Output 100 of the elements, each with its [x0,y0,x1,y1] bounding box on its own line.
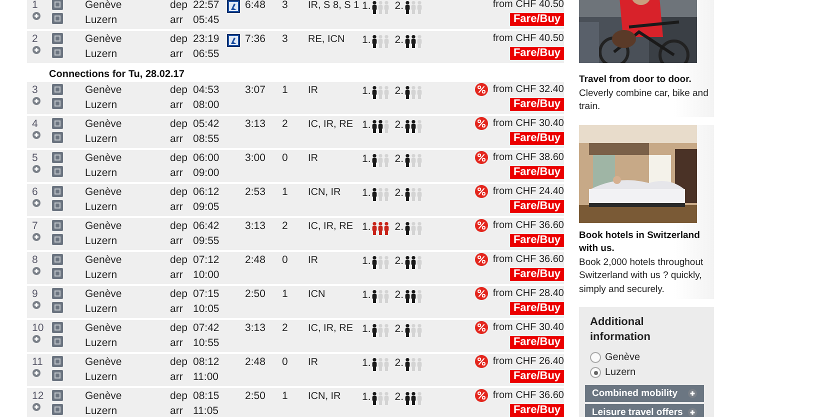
departure-time: 06:42 [193,219,220,234]
departure-label: dep [170,151,189,166]
duration: 2:48 [245,355,266,370]
departure-label: dep [170,355,189,370]
arrival-time: 09:05 [193,200,220,215]
connection-row[interactable]: 11 Genève Luzern dep arr 08:12 11:00 2:48 0 IR 1. 2. from CHF 26.40 Fare/Buy [27,354,564,388]
price: from CHF 30.40 [492,117,564,130]
row-number: 1 [32,0,38,12]
class-label: 1. [362,289,371,301]
expand-icon[interactable] [688,389,697,398]
price: from CHF 24.40 [492,185,564,198]
expand-icon[interactable] [32,267,41,275]
connection-row[interactable]: 10 Genève Luzern dep arr 07:42 10:55 3:13 2 IC, IR, RE 1. 2. from CHF 30.40 Fare/Buy [27,320,564,354]
duration: 3:13 [245,219,266,234]
fare-buy-button[interactable]: Fare/Buy [510,268,564,281]
arrival-label: arr [170,302,184,317]
station-name: Genève [85,253,123,268]
departure-label: dep [170,83,189,98]
row-number: 4 [32,117,38,131]
station-name: Genève [85,287,123,302]
class-label: 2. [394,153,404,165]
station-name: Luzern [85,268,118,283]
expand-icon[interactable] [32,97,41,105]
connection-row[interactable]: 12 Genève Luzern dep arr 08:15 11:05 2:50 1 ICN, IR 1. 2. from CHF 36.60 Fare/Buy [27,388,564,417]
expand-icon[interactable] [32,301,41,309]
expand-icon[interactable] [32,165,41,173]
accordion-button[interactable]: Leisure travel offers [585,404,704,417]
arrival-time: 09:55 [193,234,220,249]
arrival-label: arr [170,200,184,215]
arrival-label: arr [170,336,184,351]
class-label: 1. [362,391,371,403]
connection-row[interactable]: 6 Genève Luzern dep arr 06:12 09:05 2:53 1 ICN, IR 1. 2. from CHF 24.40 Fare/Buy [27,184,564,218]
fare-buy-button[interactable]: Fare/Buy [510,336,564,349]
class-label: 1. [362,221,371,233]
price: from CHF 36.60 [492,253,564,266]
expand-icon[interactable] [32,335,41,343]
expand-icon[interactable] [32,46,41,54]
class-label: 2. [394,221,404,233]
changes-count: 0 [282,253,289,268]
fare-buy-button[interactable]: Fare/Buy [510,370,564,383]
connection-row[interactable]: 1 Genève Luzern dep arr 22:57 05:45 6:48 3 IR, S 8, S 1 1. 2. from CHF 40.50 Fare/Buy [27,0,564,31]
connection-row[interactable]: 5 Genève Luzern dep arr 06:00 09:00 3:00 0 IR 1. 2. from CHF 38.60 Fare/Buy [27,150,564,184]
connection-row[interactable]: 9 Genève Luzern dep arr 07:15 10:05 2:50 1 ICN 1. 2. from CHF 28.40 Fare/Buy [27,286,564,320]
departure-time: 08:12 [193,355,220,370]
class-label: 2. [394,323,404,335]
class-label: 2. [394,85,404,97]
station-radio[interactable]: Genève [585,350,708,365]
connection-row[interactable]: 7 Genève Luzern dep arr 06:42 09:55 3:13 2 IC, IR, RE 1. 2. from CHF 36.60 Fare/Buy [27,218,564,252]
connection-row[interactable]: 3 Genève Luzern dep arr 04:53 08:00 3:07 1 IR 1. 2. from CHF 32.40 Fare/Buy [27,82,564,116]
fare-buy-button[interactable]: Fare/Buy [510,200,564,213]
station-icon [52,220,63,231]
station-name: Genève [85,185,123,200]
changes-count: 2 [282,321,289,336]
arrival-label: arr [170,166,184,181]
connection-row[interactable]: 2 Genève Luzern dep arr 23:19 06:55 7:36 3 RE, ICN 1. 2. from CHF 40.50 Fare/Buy [27,31,564,65]
departure-time: 08:15 [193,389,220,404]
fare-buy-button[interactable]: Fare/Buy [510,98,564,111]
class-label: 1. [362,0,371,12]
arrival-time: 06:55 [193,47,220,62]
accordion-button[interactable]: Combined mobility [585,385,704,402]
expand-icon[interactable] [32,369,41,377]
expand-icon[interactable] [32,233,41,241]
changes-count: 3 [282,0,289,13]
connection-row[interactable]: 4 Genève Luzern dep arr 05:42 08:55 3:13 2 IC, IR, RE 1. 2. from CHF 30.40 Fare/Buy [27,116,564,150]
changes-count: 2 [282,117,289,132]
price: from CHF 28.40 [492,287,564,300]
train-types: IR [308,254,319,268]
departure-time: 06:00 [193,151,220,166]
fare-buy-button[interactable]: Fare/Buy [510,47,564,60]
connection-row[interactable]: 8 Genève Luzern dep arr 07:12 10:00 2:48 0 IR 1. 2. from CHF 36.60 Fare/Buy [27,252,564,286]
train-types: IR [308,356,319,370]
fare-buy-button[interactable]: Fare/Buy [510,132,564,145]
departure-label: dep [170,117,189,132]
station-icon [52,234,63,245]
fare-buy-button[interactable]: Fare/Buy [510,13,564,26]
fare-buy-button[interactable]: Fare/Buy [510,234,564,247]
teaser-title: Travel from door to door. [579,73,692,86]
fare-buy-button[interactable]: Fare/Buy [510,302,564,315]
row-number: 3 [32,83,38,97]
expand-icon[interactable] [32,403,41,411]
expand-icon[interactable] [32,199,41,207]
station-icon [52,370,63,381]
fare-buy-button[interactable]: Fare/Buy [510,404,564,417]
fare-buy-button[interactable]: Fare/Buy [510,166,564,179]
expand-icon[interactable] [688,408,697,417]
arrival-time: 09:00 [193,166,220,181]
expand-icon[interactable] [32,12,41,20]
row-number: 6 [32,185,38,199]
class-label: 1. [362,357,371,369]
station-radio[interactable]: Luzern [585,365,708,380]
station-icon [52,254,63,265]
arrival-label: arr [170,268,184,283]
arrival-time: 08:55 [193,132,220,147]
class-label: 2. [394,289,404,301]
station-icon [52,47,63,58]
class-label: 1. [362,34,371,46]
station-icon [52,268,63,279]
arrival-time: 10:55 [193,336,220,351]
station-name: Luzern [85,404,118,417]
expand-icon[interactable] [32,131,41,139]
